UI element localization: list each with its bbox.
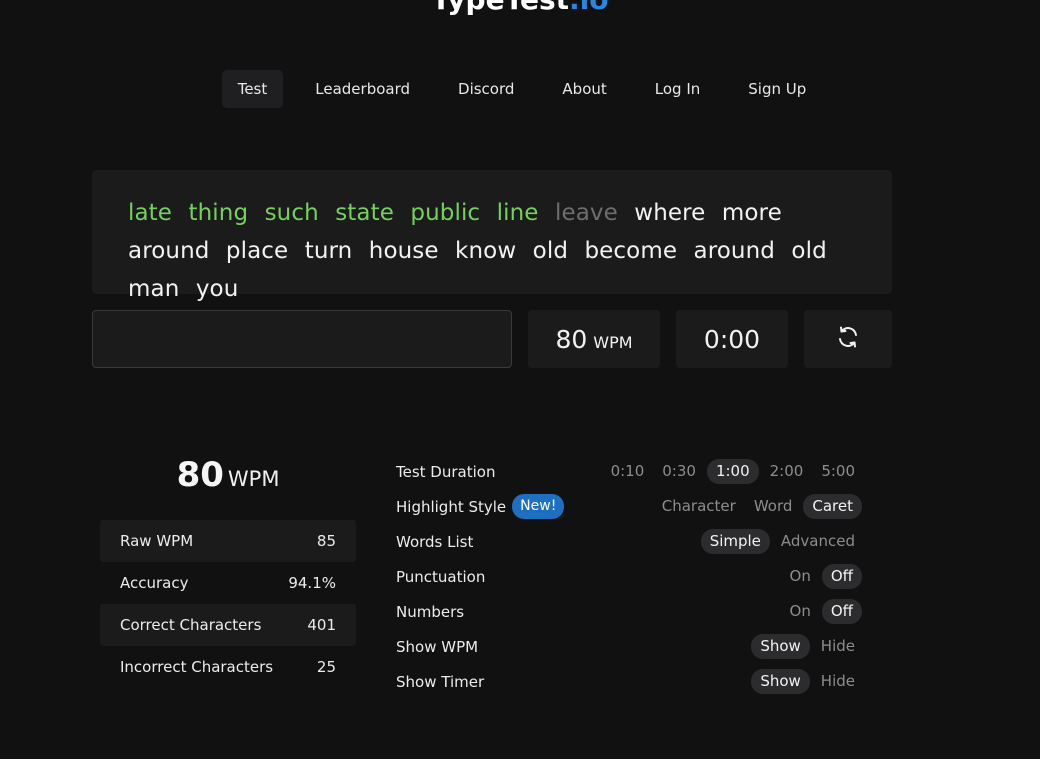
highlight-style-option-character[interactable]: Character bbox=[655, 494, 743, 519]
brand-logo[interactable]: TypeTest.io bbox=[0, 0, 1040, 14]
stat-value: 401 bbox=[307, 616, 336, 634]
numbers-options: On Off bbox=[783, 599, 862, 624]
word-done: such bbox=[264, 200, 319, 226]
setting-label: Test Duration bbox=[396, 462, 496, 481]
result-wpm-unit: WPM bbox=[227, 467, 280, 491]
word-pending: become bbox=[584, 238, 678, 264]
punctuation-options: On Off bbox=[783, 564, 862, 589]
nav-about[interactable]: About bbox=[546, 70, 622, 108]
show-timer-option-show[interactable]: Show bbox=[751, 669, 810, 694]
show-wpm-option-show[interactable]: Show bbox=[751, 634, 810, 659]
test-duration-option-0-30[interactable]: 0:30 bbox=[655, 459, 703, 484]
setting-words-list: Words List Simple Advanced bbox=[396, 524, 862, 559]
nav-discord[interactable]: Discord bbox=[442, 70, 530, 108]
words-list-option-advanced[interactable]: Advanced bbox=[774, 529, 862, 554]
word-done: state bbox=[335, 200, 394, 226]
word-done: public bbox=[410, 200, 481, 226]
word-pending: where bbox=[634, 200, 706, 226]
setting-label: Words List bbox=[396, 532, 474, 551]
setting-punctuation: Punctuation On Off bbox=[396, 559, 862, 594]
new-badge: New! bbox=[512, 494, 565, 519]
stat-label: Correct Characters bbox=[120, 616, 262, 634]
live-wpm-value: 80 bbox=[555, 324, 588, 354]
stat-row-raw-wpm: Raw WPM 85 bbox=[100, 520, 356, 562]
word-done: thing bbox=[188, 200, 249, 226]
word-pending: around bbox=[128, 238, 210, 264]
timer-display: 0:00 bbox=[676, 310, 788, 368]
setting-numbers: Numbers On Off bbox=[396, 594, 862, 629]
brand-accent: .io bbox=[569, 0, 608, 16]
word-current: leave bbox=[554, 200, 618, 226]
test-duration-option-0-10[interactable]: 0:10 bbox=[604, 459, 652, 484]
punctuation-option-off[interactable]: Off bbox=[821, 564, 862, 589]
word-pending: old bbox=[532, 238, 569, 264]
word-pending: old bbox=[791, 238, 827, 264]
result-wpm-value: 80 bbox=[176, 455, 224, 495]
word-pending: turn bbox=[304, 238, 353, 264]
typing-text-panel: late thing such state public line leave … bbox=[92, 170, 892, 302]
test-duration-option-2-00[interactable]: 2:00 bbox=[763, 459, 811, 484]
setting-label: Show WPM bbox=[396, 637, 479, 656]
setting-label: Highlight Style bbox=[396, 497, 507, 516]
word-done: line bbox=[496, 200, 539, 226]
stat-label: Incorrect Characters bbox=[120, 658, 274, 676]
word-done: late bbox=[128, 200, 173, 226]
brand-name: TypeTest bbox=[432, 0, 569, 16]
setting-label: Numbers bbox=[396, 602, 465, 621]
show-wpm-option-hide[interactable]: Hide bbox=[814, 634, 862, 659]
highlight-style-options: Character Word Caret bbox=[655, 494, 862, 519]
stat-row-accuracy: Accuracy 94.1% bbox=[100, 562, 356, 604]
word-pending: place bbox=[225, 238, 289, 264]
highlight-style-option-word[interactable]: Word bbox=[747, 494, 800, 519]
settings-panel: Test Duration 0:10 0:30 1:00 2:00 5:00 Highl… bbox=[396, 454, 862, 699]
test-duration-option-5-00[interactable]: 5:00 bbox=[814, 459, 862, 484]
reset-button[interactable] bbox=[804, 310, 892, 368]
words-list-option-simple[interactable]: Simple bbox=[700, 529, 770, 554]
word-pending: you bbox=[195, 276, 239, 302]
setting-highlight-style: Highlight Style New! Character Word Caret bbox=[396, 489, 862, 524]
word-pending: around bbox=[693, 238, 775, 264]
numbers-option-off[interactable]: Off bbox=[821, 599, 862, 624]
stat-label: Accuracy bbox=[120, 574, 189, 592]
word-pending: know bbox=[455, 238, 517, 264]
test-duration-option-1-00[interactable]: 1:00 bbox=[706, 459, 759, 484]
stat-value: 94.1% bbox=[288, 574, 336, 592]
show-timer-options: Show Hide bbox=[751, 669, 862, 694]
nav-test[interactable]: Test bbox=[221, 70, 284, 108]
show-timer-option-hide[interactable]: Hide bbox=[814, 669, 862, 694]
nav-log-in[interactable]: Log In bbox=[639, 70, 717, 108]
word-pending: house bbox=[368, 238, 439, 264]
stat-label: Raw WPM bbox=[120, 532, 194, 550]
refresh-icon bbox=[836, 325, 860, 353]
setting-test-duration: Test Duration 0:10 0:30 1:00 2:00 5:00 bbox=[396, 454, 862, 489]
test-duration-options: 0:10 0:30 1:00 2:00 5:00 bbox=[604, 459, 862, 484]
highlight-style-option-caret[interactable]: Caret bbox=[803, 494, 862, 519]
typing-input[interactable] bbox=[92, 310, 512, 368]
show-wpm-options: Show Hide bbox=[751, 634, 862, 659]
setting-label: Punctuation bbox=[396, 567, 486, 586]
live-wpm-unit: WPM bbox=[593, 332, 633, 352]
word-pending: more bbox=[721, 200, 782, 226]
stat-row-incorrect-characters: Incorrect Characters 25 bbox=[100, 646, 356, 688]
stat-row-correct-characters: Correct Characters 401 bbox=[100, 604, 356, 646]
setting-label-wrap: Highlight Style New! bbox=[396, 494, 565, 519]
punctuation-option-on[interactable]: On bbox=[783, 564, 818, 589]
setting-label: Show Timer bbox=[396, 672, 485, 691]
words-list-options: Simple Advanced bbox=[700, 529, 862, 554]
result-wpm: 80 WPM bbox=[100, 455, 356, 495]
stat-value: 85 bbox=[316, 532, 336, 550]
results-stats: Raw WPM 85 Accuracy 94.1% Correct Charac… bbox=[100, 520, 356, 688]
nav-leaderboard[interactable]: Leaderboard bbox=[299, 70, 426, 108]
numbers-option-on[interactable]: On bbox=[783, 599, 818, 624]
nav-sign-up[interactable]: Sign Up bbox=[732, 70, 822, 108]
setting-show-timer: Show Timer Show Hide bbox=[396, 664, 862, 699]
setting-show-wpm: Show WPM Show Hide bbox=[396, 629, 862, 664]
live-wpm-display: 80 WPM bbox=[528, 310, 660, 368]
stat-value: 25 bbox=[316, 658, 336, 676]
main-nav: Test Leaderboard Discord About Log In Si… bbox=[0, 70, 1040, 108]
word-pending: man bbox=[128, 276, 180, 302]
